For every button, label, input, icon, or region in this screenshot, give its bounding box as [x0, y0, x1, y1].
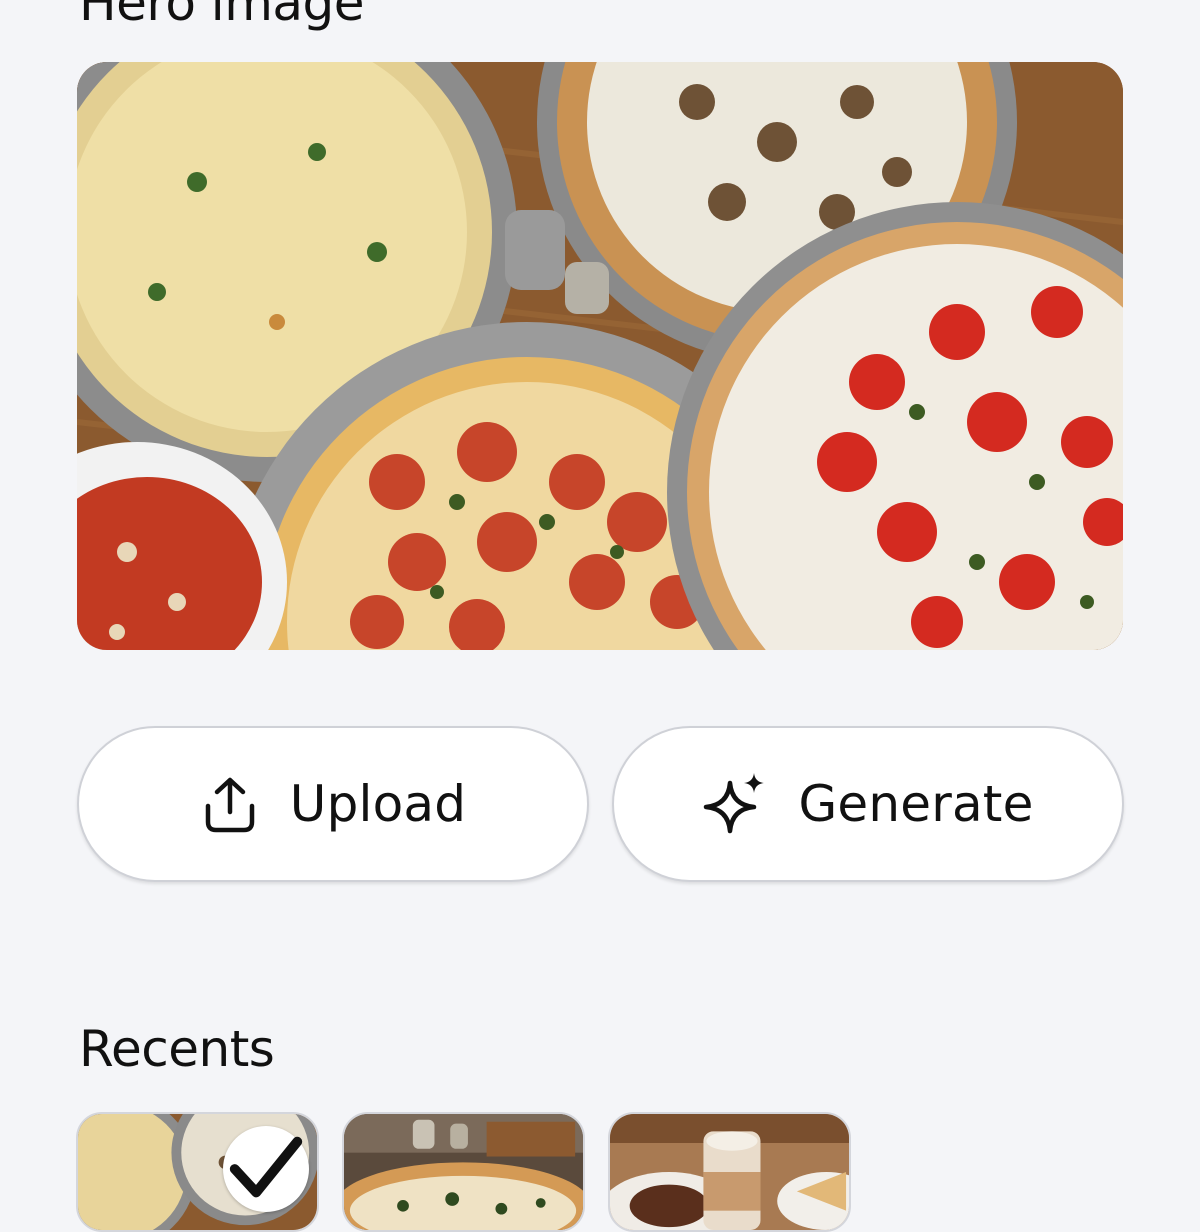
- recent-image-thumbnail[interactable]: [76, 1112, 319, 1232]
- selected-check-badge: [223, 1126, 309, 1212]
- spinach-pizza-photo: [344, 1114, 583, 1230]
- hero-image[interactable]: [77, 62, 1123, 650]
- recent-image-thumbnail[interactable]: [342, 1112, 585, 1232]
- recents-section-title: Recents: [79, 1020, 275, 1078]
- latte-and-dessert-photo: [610, 1114, 849, 1230]
- generate-button[interactable]: Generate: [612, 726, 1124, 882]
- upload-icon: [205, 777, 255, 833]
- generate-button-label: Generate: [798, 775, 1034, 833]
- hero-section-title: Hero image: [79, 0, 365, 32]
- upload-button-label: Upload: [289, 775, 467, 833]
- checkmark-icon: [229, 1136, 303, 1198]
- recent-image-thumbnail[interactable]: [608, 1112, 851, 1232]
- pizza-spread-photo: [77, 62, 1123, 650]
- upload-button[interactable]: Upload: [77, 726, 589, 882]
- sparkle-icon: [704, 773, 765, 834]
